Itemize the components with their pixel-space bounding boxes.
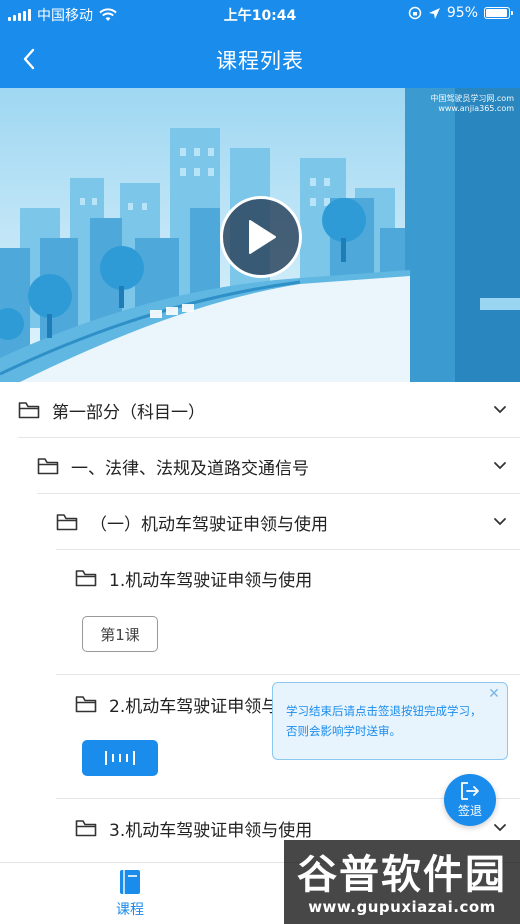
tree-part-row[interactable]: 第一部分（科目一）	[0, 382, 520, 438]
tree-item-label: 3.机动车驾驶证申领与使用	[109, 820, 313, 841]
battery-icon	[484, 7, 513, 19]
folder-icon	[75, 570, 97, 587]
tree-item-row[interactable]: 1.机动车驾驶证申领与使用	[0, 550, 520, 606]
signout-button[interactable]: 签退	[444, 774, 496, 826]
tree-section-row[interactable]: （一）机动车驾驶证申领与使用	[0, 494, 520, 550]
tab-courses-label: 课程	[116, 902, 144, 918]
close-icon[interactable]: ✕	[487, 687, 501, 701]
battery-percent: 95%	[446, 5, 478, 21]
lesson-1-button[interactable]: 第1课	[82, 616, 158, 652]
page-title: 课程列表	[216, 49, 304, 73]
rotation-lock-icon	[408, 6, 422, 20]
tab-courses[interactable]: 课程	[100, 869, 160, 919]
play-icon	[249, 220, 276, 254]
tree-part-label: 第一部分（科目一）	[52, 402, 205, 423]
watermark-url: www.gupuxiazai.com	[308, 898, 496, 916]
audio-wave-icon	[105, 751, 135, 765]
status-right: 95%	[408, 5, 513, 21]
divider	[56, 674, 520, 675]
sign-out-icon	[461, 782, 479, 800]
tree-item-label: 1.机动车驾驶证申领与使用	[109, 570, 313, 591]
tree-chapter-label: 一、法律、法规及道路交通信号	[71, 458, 309, 479]
watermark-line2: www.anjia365.com	[438, 104, 514, 113]
folder-icon	[75, 820, 97, 837]
chevron-down-icon	[494, 462, 506, 470]
tree-section-label: （一）机动车驾驶证申领与使用	[90, 514, 328, 535]
folder-icon	[56, 514, 78, 531]
watermark-line1: 中国驾驶员学习网.com	[430, 94, 514, 103]
folder-icon	[75, 696, 97, 713]
folder-icon	[37, 458, 59, 475]
tooltip-line1: 学习结束后请点击签退按钮完成学习，	[286, 704, 482, 718]
chevron-down-icon	[494, 518, 506, 526]
watermark-title: 谷普软件园	[297, 852, 507, 898]
signout-label: 签退	[457, 804, 482, 818]
tooltip-line2: 否则会影响学时送审。	[286, 724, 401, 738]
location-icon	[428, 7, 440, 19]
folder-icon	[18, 402, 40, 419]
site-watermark: 谷普软件园 www.gupuxiazai.com	[284, 840, 520, 924]
book-icon	[120, 870, 140, 894]
play-button[interactable]	[220, 196, 302, 278]
video-player[interactable]: 中国驾驶员学习网.com www.anjia365.com	[0, 88, 520, 382]
signout-tooltip: ✕ 学习结束后请点击签退按钮完成学习， 否则会影响学时送审。	[272, 682, 508, 760]
chevron-down-icon	[494, 824, 506, 832]
status-bar: 中国移动 上午10:44 95%	[0, 0, 520, 28]
tree-chapter-row[interactable]: 一、法律、法规及道路交通信号	[0, 438, 520, 494]
nav-bar: 课程列表	[0, 28, 520, 88]
chevron-down-icon	[494, 406, 506, 414]
video-watermark: 中国驾驶员学习网.com www.anjia365.com	[430, 94, 514, 114]
audio-lesson-button[interactable]	[82, 740, 158, 776]
